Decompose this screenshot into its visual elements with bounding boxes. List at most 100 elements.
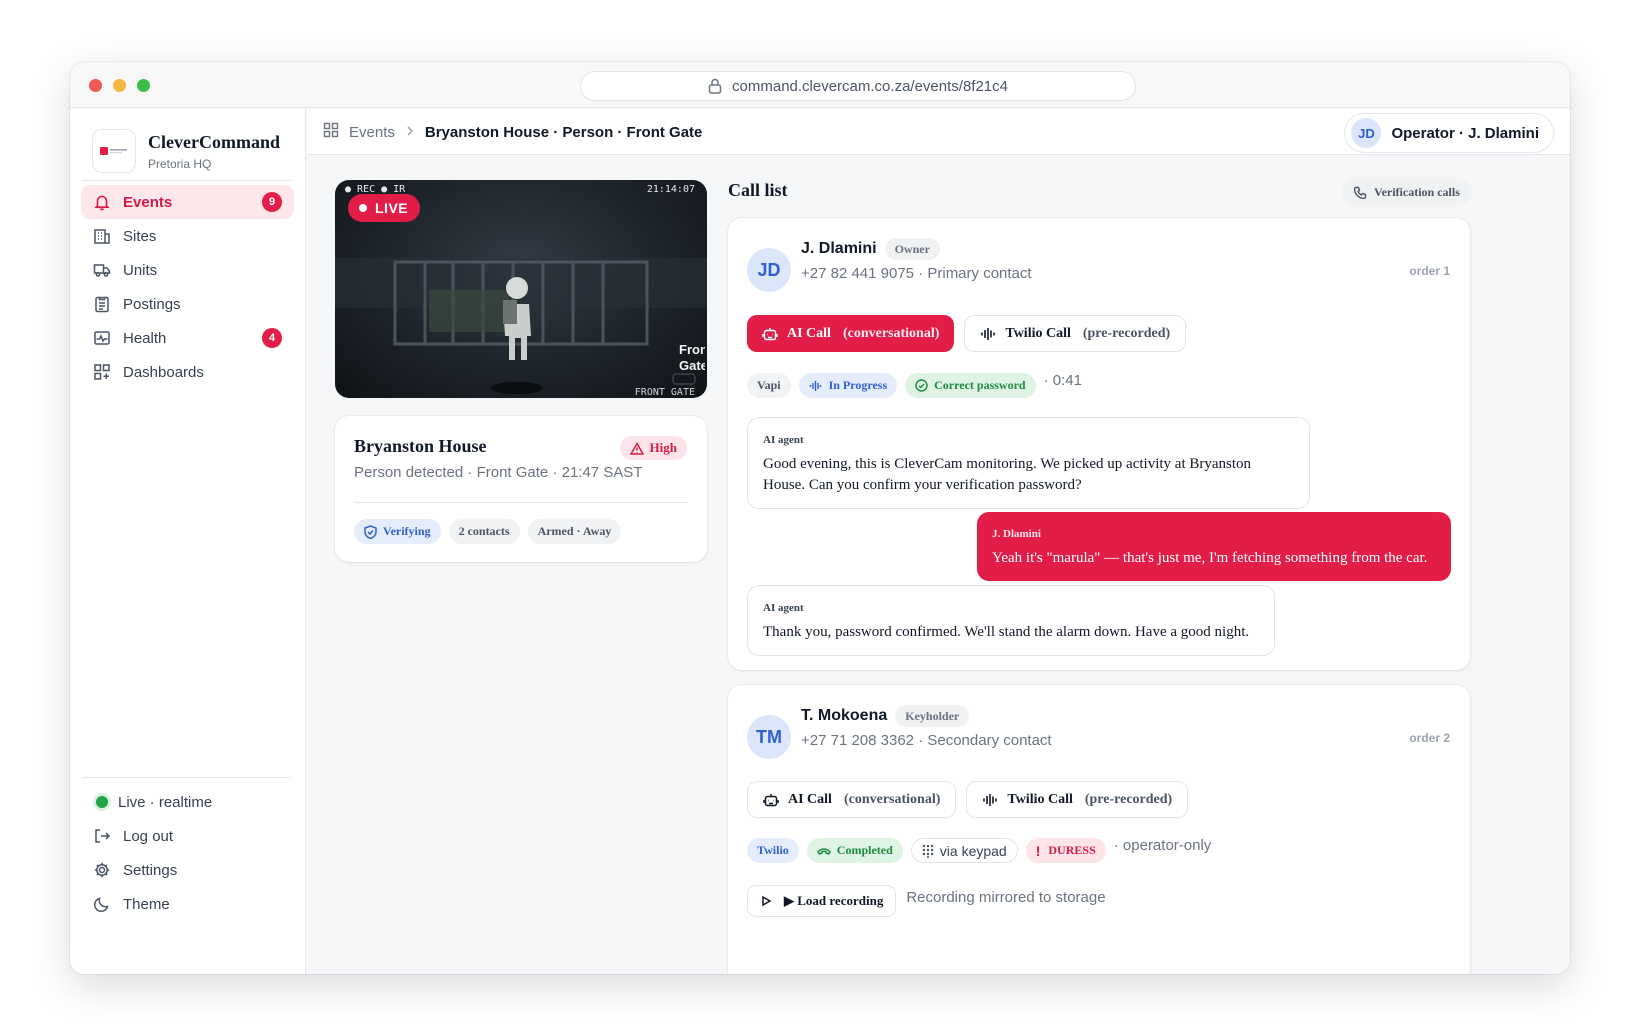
in-progress-label: In Progress xyxy=(828,378,888,392)
sidebar-bottom-nav: Live · realtime Log out Settings Theme xyxy=(81,785,294,921)
breadcrumb-events-link[interactable]: Events xyxy=(349,124,395,141)
duress-flag-tag: ! DURESS xyxy=(1025,838,1106,863)
contact-card-2: TM T. Mokoena Keyholder +27 71 208 3362 … xyxy=(728,685,1470,974)
provider-tag: Twilio xyxy=(747,838,799,863)
recording-note: Recording mirrored to storage xyxy=(906,888,1106,906)
severity-label: High xyxy=(649,440,677,455)
call-status-row: Vapi In Progress Correct password · 0:41 xyxy=(747,372,1082,398)
camera-timestamp: 21:14:07 xyxy=(646,184,695,195)
sidebar-item-postings[interactable]: Postings xyxy=(81,287,294,321)
contact-role-badge: Keyholder xyxy=(895,705,970,727)
call-status-row: Twilio Completed via keypad ! DURESS · o… xyxy=(747,837,1211,863)
message-sender: AI agent xyxy=(763,602,804,614)
provider-tag: Vapi xyxy=(747,373,791,398)
contacts-count-tag: 2 contacts xyxy=(448,519,520,544)
phone-hangup-icon xyxy=(816,847,831,855)
verifying-label: Verifying xyxy=(383,524,431,538)
sidebar-item-label: Units xyxy=(123,261,158,279)
bell-icon xyxy=(93,193,111,211)
call-actions: AI Call (conversational) Twilio Call (pr… xyxy=(747,781,1189,818)
transcript-message-agent: AI agent Good evening, this is CleverCam… xyxy=(747,417,1310,509)
exclamation-icon: ! xyxy=(1035,842,1041,859)
close-window-button[interactable] xyxy=(89,79,102,92)
in-progress-tag: In Progress xyxy=(798,373,898,398)
logout-button[interactable]: Log out xyxy=(81,819,294,853)
arm-state-tag: Armed · Away xyxy=(527,519,622,544)
brand-location: Pretoria HQ xyxy=(148,156,212,171)
sidebar-nav: Events 9 Sites Units Postings Health 4 D… xyxy=(81,185,294,389)
check-circle-icon xyxy=(915,379,928,392)
browser-window: command.clevercam.co.za/events/8f21c4 Cl… xyxy=(70,62,1570,974)
ai-call-mode: (conversational) xyxy=(843,791,941,807)
twilio-call-label: Twilio Call xyxy=(1005,325,1071,341)
top-bar: Events Bryanston House · Person · Front … xyxy=(307,109,1570,155)
contact-card-1: JD J. Dlamini Owner +27 82 441 9075 · Pr… xyxy=(728,218,1470,670)
divider xyxy=(82,180,293,181)
keypad-method-label: via keypad xyxy=(939,842,1007,859)
call-actions: AI Call (conversational) Twilio Call (pr… xyxy=(747,315,1187,352)
clipboard-icon xyxy=(93,295,111,313)
theme-button[interactable]: Theme xyxy=(81,887,294,921)
breadcrumb-current: Bryanston House · Person · Front Gate xyxy=(424,123,703,141)
brand-logo xyxy=(92,129,136,173)
sidebar-item-units[interactable]: Units xyxy=(81,253,294,287)
operator-label: Operator · J. Dlamini xyxy=(1391,124,1539,142)
minimize-window-button[interactable] xyxy=(113,79,126,92)
event-summary-card: Bryanston House High Person detected · F… xyxy=(335,416,707,562)
verification-calls-badge: Verification calls xyxy=(1342,179,1472,205)
sidebar-item-label: Health xyxy=(123,329,167,347)
call-list-title: Call list xyxy=(728,180,788,200)
contact-name-row: J. Dlamini Owner xyxy=(801,238,940,260)
pulse-icon xyxy=(93,329,111,347)
load-recording-button[interactable]: ▶ Load recording xyxy=(747,885,897,917)
severity-badge: High xyxy=(619,436,687,460)
operator-menu[interactable]: JD Operator · J. Dlamini xyxy=(1344,113,1554,153)
password-result-label: Correct password xyxy=(934,378,1026,392)
ai-call-mode: (conversational) xyxy=(842,325,940,341)
event-tags: Verifying 2 contacts Armed · Away xyxy=(354,519,622,544)
live-dot-icon xyxy=(359,204,367,212)
settings-button[interactable]: Settings xyxy=(81,853,294,887)
live-label: LIVE xyxy=(375,200,409,216)
message-text: Yeah it's "marula" — that's just me, I'm… xyxy=(992,550,1428,566)
moon-icon xyxy=(93,895,111,913)
dashboard-icon xyxy=(93,363,111,381)
transcript-message-contact: J. Dlamini Yeah it's "marula" — that's j… xyxy=(977,512,1451,581)
call-duration: · 0:41 xyxy=(1043,372,1082,389)
realtime-status: Live · realtime xyxy=(81,785,294,819)
ai-call-label: AI Call xyxy=(788,791,832,807)
robot-icon xyxy=(762,327,778,340)
transcript-message-agent: AI agent Thank you, password confirmed. … xyxy=(747,585,1275,656)
message-sender: J. Dlamini xyxy=(992,528,1041,540)
address-url: command.clevercam.co.za/events/8f21c4 xyxy=(732,77,1008,95)
gear-icon xyxy=(93,861,111,879)
verifying-status-tag: Verifying xyxy=(354,519,441,544)
message-text: Thank you, password confirmed. We'll sta… xyxy=(763,624,1250,640)
twilio-call-button[interactable]: Twilio Call (pre-recorded) xyxy=(964,315,1187,352)
live-status-dot xyxy=(96,796,108,808)
address-bar[interactable]: command.clevercam.co.za/events/8f21c4 xyxy=(580,71,1136,101)
sidebar-item-events[interactable]: Events 9 xyxy=(81,185,294,219)
sidebar-item-health[interactable]: Health 4 xyxy=(81,321,294,355)
camera-name-label: Front Gate xyxy=(679,342,705,374)
twilio-call-mode: (pre-recorded) xyxy=(1082,325,1171,341)
load-recording-label: ▶ Load recording xyxy=(784,893,884,908)
grid-icon xyxy=(323,122,339,142)
ai-call-button[interactable]: AI Call (conversational) xyxy=(747,315,955,352)
avatar: TM xyxy=(747,715,791,759)
shield-check-icon xyxy=(364,524,377,539)
ai-call-label: AI Call xyxy=(787,325,831,341)
camera-feed[interactable]: ● REC ● IR 21:14:07 LIVE Front Gate FRON… xyxy=(335,180,707,398)
building-icon xyxy=(93,227,111,245)
ai-call-button[interactable]: AI Call (conversational) xyxy=(747,781,957,818)
twilio-call-button[interactable]: Twilio Call (pre-recorded) xyxy=(966,781,1189,818)
maximize-window-button[interactable] xyxy=(137,79,150,92)
sidebar-item-dashboards[interactable]: Dashboards xyxy=(81,355,294,389)
sidebar-item-label: Dashboards xyxy=(123,363,204,381)
audio-wave-icon xyxy=(809,380,821,391)
contact-name: J. Dlamini xyxy=(801,240,877,257)
password-result-tag: Correct password xyxy=(905,373,1036,398)
divider xyxy=(354,502,688,503)
twilio-call-label: Twilio Call xyxy=(1007,791,1073,807)
sidebar-item-sites[interactable]: Sites xyxy=(81,219,294,253)
